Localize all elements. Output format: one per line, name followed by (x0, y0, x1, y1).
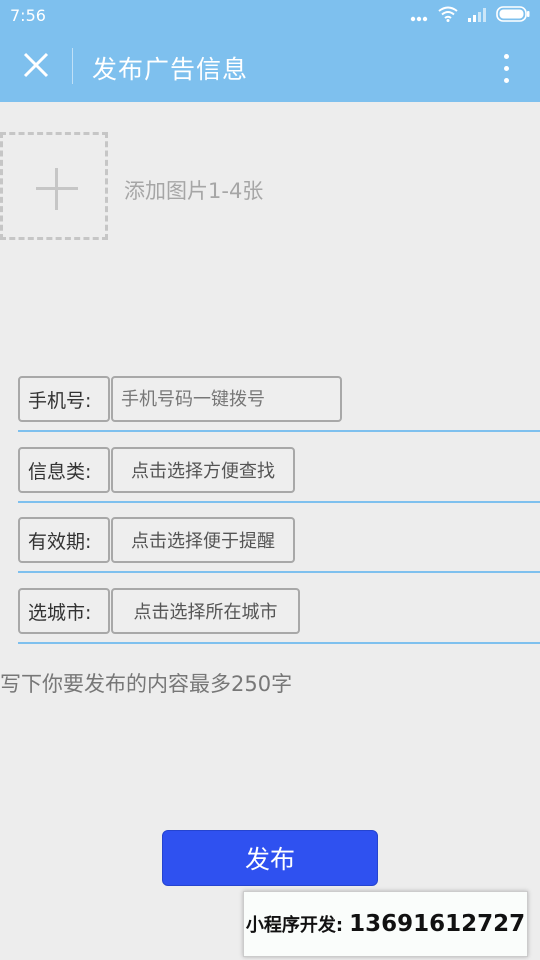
status-bar: 7:56 (0, 0, 540, 32)
row-divider (18, 430, 540, 432)
add-image-button[interactable] (0, 132, 108, 240)
category-select[interactable]: 点击选择方便查找 (111, 447, 295, 493)
contact-phone: 13691612727 (349, 911, 526, 937)
wifi-icon (438, 6, 458, 26)
publish-button[interactable]: 发布 (162, 830, 378, 886)
validity-label: 有效期: (18, 517, 110, 563)
content-textarea[interactable] (0, 668, 540, 808)
nav-bar: 发布广告信息 (0, 32, 540, 102)
city-select[interactable]: 点击选择所在城市 (111, 588, 300, 634)
contact-badge: 小程序开发: 13691612727 (243, 891, 528, 957)
more-vertical-icon-dot (503, 77, 509, 83)
form-row-category: 信息类: 点击选择方便查找 (18, 447, 540, 503)
page-title: 发布广告信息 (92, 55, 249, 84)
more-vertical-icon-dot (503, 65, 509, 71)
row-divider (18, 642, 540, 644)
more-vertical-icon-dot (503, 53, 509, 59)
signal-icon (468, 7, 486, 26)
more-dots-icon (410, 7, 428, 26)
close-button[interactable] (16, 47, 56, 87)
battery-icon (496, 6, 530, 26)
contact-label: 小程序开发: (245, 915, 344, 936)
city-label: 选城市: (18, 588, 110, 634)
form-row-phone: 手机号: (18, 376, 540, 432)
form-row-validity: 有效期: 点击选择便于提醒 (18, 517, 540, 573)
form-row-city: 选城市: 点击选择所在城市 (18, 588, 540, 644)
more-button[interactable] (492, 48, 520, 88)
category-label: 信息类: (18, 447, 110, 493)
row-divider (18, 501, 540, 503)
phone-input[interactable] (111, 376, 342, 422)
status-time: 7:56 (10, 6, 46, 25)
row-divider (18, 571, 540, 573)
add-image-label: 添加图片1-4张 (124, 179, 264, 203)
nav-divider (72, 48, 73, 84)
status-icons (410, 6, 530, 26)
close-icon (23, 52, 49, 82)
validity-select[interactable]: 点击选择便于提醒 (111, 517, 295, 563)
phone-label: 手机号: (18, 376, 110, 422)
